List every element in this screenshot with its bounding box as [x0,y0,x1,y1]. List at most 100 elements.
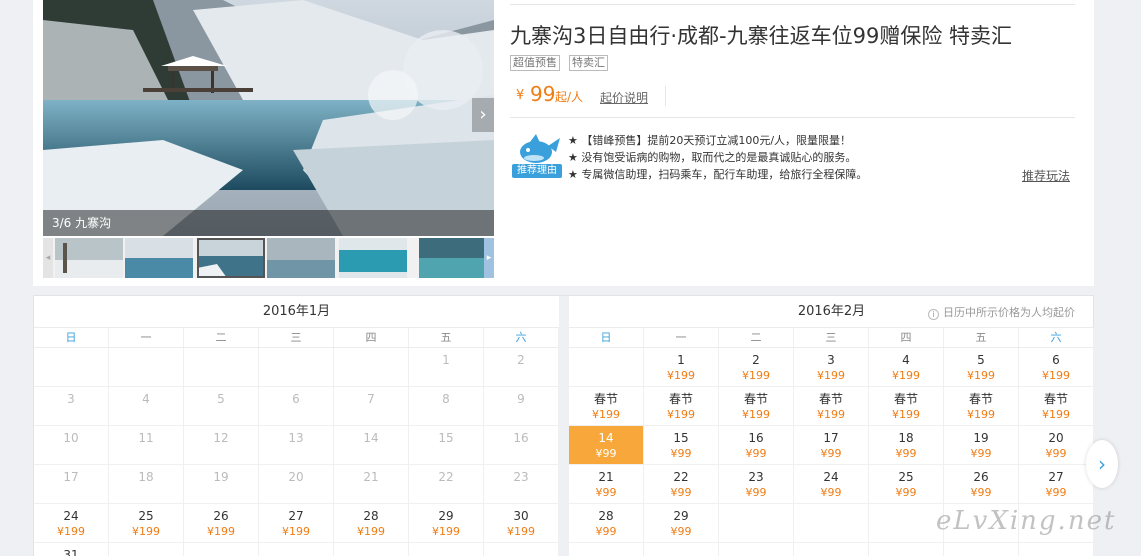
calendar-day[interactable]: 28 ¥199 [334,504,409,543]
weekday-header: 日 一 二 三 四 五 六 [34,328,559,348]
thumbnail[interactable] [267,238,335,278]
calendar-day: 20 [259,465,334,504]
thumbnail[interactable] [339,238,407,278]
day-number: 22 [438,470,454,484]
thumbnail[interactable] [419,238,487,278]
calendar-day[interactable]: 春节 ¥199 [944,387,1019,426]
thumb-prev-button[interactable]: ◂ [43,238,53,278]
day-number: 5 [977,353,985,367]
calendar-day[interactable]: 春节 ¥199 [569,387,644,426]
day-price: ¥199 [742,408,770,421]
calendar-day[interactable]: 5 ¥199 [944,348,1019,387]
calendar-day: 16 [484,426,559,465]
divider [510,4,1075,5]
calendar-day[interactable]: 春节 ¥199 [644,387,719,426]
calendar-day[interactable]: 29 ¥99 [644,504,719,543]
calendar-next-month-button[interactable]: › [1086,440,1118,488]
calendar-day[interactable]: 春节 ¥199 [719,387,794,426]
day-number: 春节 [743,392,768,406]
day-number: 29 [438,509,454,523]
main-photo[interactable]: 3/6 九寨沟 › [43,0,494,236]
day-price: ¥199 [1042,369,1070,382]
day-price: ¥199 [742,369,770,382]
weekday-label: 三 [794,328,869,347]
calendar-day[interactable]: 29 ¥199 [409,504,484,543]
day-price: ¥99 [820,447,842,460]
month-title: 2016年1月 [34,296,559,328]
day-number: 春节 [968,392,993,406]
day-number: 3 [827,353,835,367]
product-card: 3/6 九寨沟 › ◂ ▸ 九寨沟3日自由行·成都-九寨往返车位99赠保险 特卖… [33,0,1094,286]
calendar-day[interactable]: 23 ¥99 [719,465,794,504]
thumbnail-strip: ◂ ▸ [43,238,494,278]
calendar-day[interactable]: 27 ¥199 [259,504,334,543]
thumbnail[interactable] [125,238,193,278]
day-number: 5 [217,392,225,406]
calendar-day[interactable]: 17 ¥99 [794,426,869,465]
calendar-day[interactable]: 20 ¥99 [1019,426,1094,465]
watermark-logo: eLvXing.net [936,506,1117,536]
calendar-day[interactable]: 19 ¥99 [944,426,1019,465]
reason-item: 专属微信助理，扫码乘车，配行车助理，给旅行全程保障。 [568,166,867,183]
calendar-day[interactable]: 2 ¥199 [719,348,794,387]
calendar-day[interactable]: 26 ¥199 [184,504,259,543]
thumbnail[interactable] [55,238,123,278]
price-unit: 起/人 [555,90,584,104]
day-number: 春节 [818,392,843,406]
day-number: 27 [288,509,304,523]
calendar-empty-cell [644,543,719,556]
calendar-day[interactable]: 27 ¥99 [1019,465,1094,504]
calendar-day[interactable]: 16 ¥99 [719,426,794,465]
calendar-day[interactable]: 春节 ¥199 [794,387,869,426]
dolphin-mascot-icon [520,134,560,163]
calendar-day[interactable]: 31 [34,543,109,556]
day-number: 16 [513,431,529,445]
recommend-reason-label: 推荐理由 [512,164,562,178]
day-number: 16 [748,431,764,445]
calendar-day[interactable]: 4 ¥199 [869,348,944,387]
day-number: 21 [363,470,379,484]
day-number: 28 [363,509,379,523]
product-tags: 超值预售 特卖汇 [510,55,608,71]
thumb-next-button[interactable]: ▸ [484,238,494,278]
calendar-day[interactable]: 30 ¥199 [484,504,559,543]
day-number: 23 [513,470,529,484]
calendar-day[interactable]: 15 ¥99 [644,426,719,465]
calendar-day[interactable]: 25 ¥99 [869,465,944,504]
recommended-itinerary-link[interactable]: 推荐玩法 [1022,167,1070,184]
photo-next-button[interactable]: › [472,98,494,132]
calendar-day[interactable]: 24 ¥199 [34,504,109,543]
day-number: 春节 [893,392,918,406]
price-currency: ¥ [516,88,525,103]
calendar-day: 23 [484,465,559,504]
day-number: 19 [973,431,989,445]
price-explanation-link[interactable]: 起价说明 [600,89,648,106]
calendar-day[interactable]: 21 ¥99 [569,465,644,504]
weekday-label: 日 [34,328,109,347]
weekday-label: 日 [569,328,644,347]
weekday-label: 四 [334,328,409,347]
calendar-day[interactable]: 25 ¥199 [109,504,184,543]
weekday-label: 四 [869,328,944,347]
calendar-day: 18 [109,465,184,504]
thumbnail-active[interactable] [197,238,265,278]
calendar-day[interactable]: 1 ¥199 [644,348,719,387]
day-number: 12 [213,431,229,445]
calendar-day: 13 [259,426,334,465]
calendar-day[interactable]: 3 ¥199 [794,348,869,387]
calendar-day[interactable]: 6 ¥199 [1019,348,1094,387]
calendar-day: 17 [34,465,109,504]
calendar-day-selected[interactable]: 14 ¥99 [569,426,644,465]
calendar-day[interactable]: 春节 ¥199 [1019,387,1094,426]
calendar-day[interactable]: 26 ¥99 [944,465,1019,504]
day-price: ¥199 [817,369,845,382]
day-number: 27 [1048,470,1064,484]
calendar-day[interactable]: 22 ¥99 [644,465,719,504]
day-price: ¥199 [667,408,695,421]
calendar-day[interactable]: 24 ¥99 [794,465,869,504]
calendar-day[interactable]: 18 ¥99 [869,426,944,465]
day-number: 28 [598,509,614,523]
calendar-day[interactable]: 春节 ¥199 [869,387,944,426]
calendar-day[interactable]: 28 ¥99 [569,504,644,543]
calendar-day: 11 [109,426,184,465]
